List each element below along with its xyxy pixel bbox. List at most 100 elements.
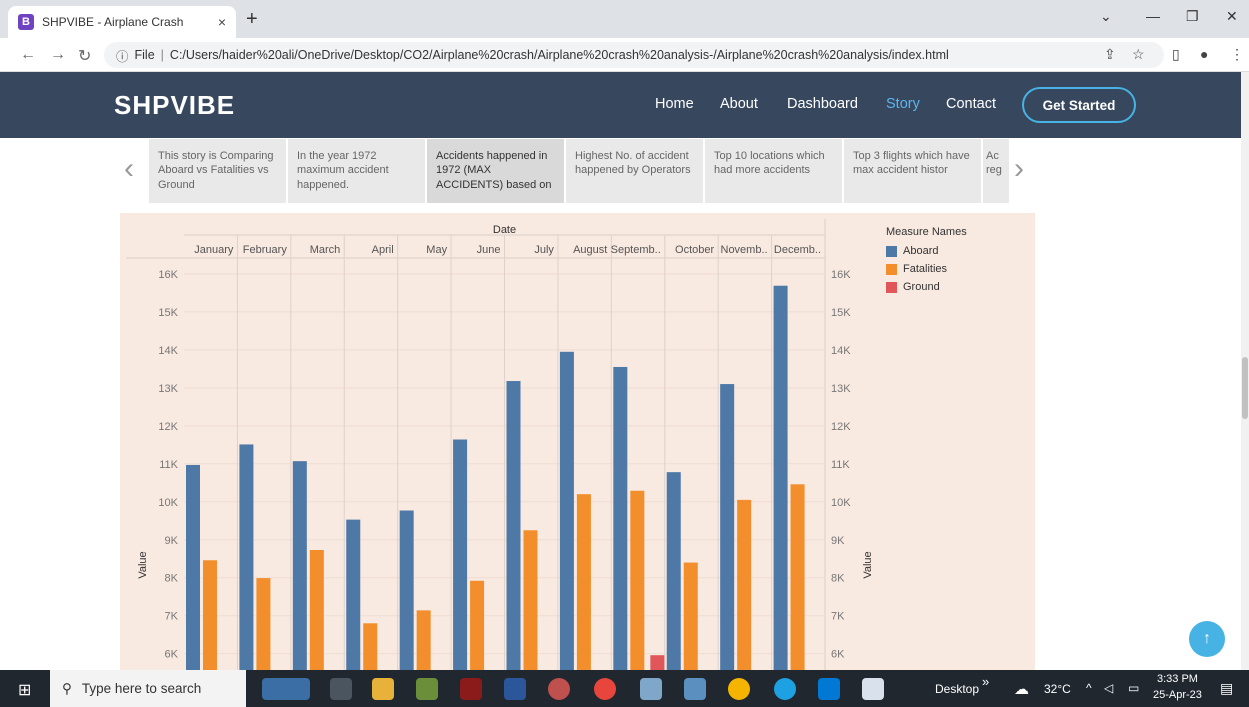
browser-tab[interactable]: B SHPVIBE - Airplane Crash × xyxy=(8,6,236,38)
nav-about[interactable]: About xyxy=(720,96,758,112)
y-tick-label-right: 13K xyxy=(831,383,851,395)
new-tab-icon[interactable]: + xyxy=(246,8,258,31)
share-icon[interactable]: ⇪ xyxy=(1104,46,1116,63)
site-logo[interactable]: SHPVIBE xyxy=(114,90,235,121)
bar-fatalities xyxy=(470,580,485,670)
story-point-7[interactable]: Ac reg xyxy=(983,139,1009,203)
url-divider: | xyxy=(160,48,164,62)
info-icon[interactable]: ⓘ xyxy=(116,46,129,65)
nav-story[interactable]: Story xyxy=(886,96,920,112)
notification-icon[interactable]: ▤ xyxy=(1220,680,1233,697)
category-label: Septemb.. xyxy=(611,244,661,256)
bar-fatalities xyxy=(630,490,645,670)
nav-contact[interactable]: Contact xyxy=(946,96,996,112)
legend-label-fatalities: Fatalities xyxy=(903,263,948,275)
legend-swatch-aboard xyxy=(886,245,897,257)
volume-icon[interactable]: ◁ xyxy=(1104,681,1113,695)
tab-close-icon[interactable]: × xyxy=(218,14,226,30)
story-next-icon[interactable]: › xyxy=(1014,152,1024,186)
window-close-icon[interactable]: ✕ xyxy=(1226,8,1238,25)
tab-title: SHPVIBE - Airplane Crash xyxy=(42,15,184,29)
legend-item-fatalities[interactable]: Fatalities xyxy=(886,260,967,278)
story-point-5[interactable]: Top 10 locations which had more accident… xyxy=(705,139,842,203)
media-app-icon[interactable] xyxy=(416,678,438,700)
story-point-4[interactable]: Highest No. of accident happened by Oper… xyxy=(566,139,703,203)
clock-time[interactable]: 3:33 PM xyxy=(1157,673,1198,685)
category-label: August xyxy=(573,244,607,256)
reload-icon[interactable]: ↻ xyxy=(78,46,91,66)
legend-item-aboard[interactable]: Aboard xyxy=(886,242,967,260)
story-point-2[interactable]: In the year 1972 maximum accident happen… xyxy=(288,139,425,203)
clock-date[interactable]: 25-Apr-23 xyxy=(1153,689,1202,701)
bookmark-star-icon[interactable]: ☆ xyxy=(1132,46,1145,63)
y-tick-label-right: 6K xyxy=(831,649,845,661)
y-tick-label-right: 15K xyxy=(831,307,851,319)
minimize-icon[interactable]: — xyxy=(1146,8,1160,24)
edge-icon[interactable] xyxy=(774,678,796,700)
y-tick-label-right: 14K xyxy=(831,345,851,357)
back-icon[interactable]: ← xyxy=(20,46,36,64)
legend-item-ground[interactable]: Ground xyxy=(886,278,967,296)
page-scrollbar-thumb[interactable] xyxy=(1242,357,1248,419)
site-header: SHPVIBE Home About Dashboard Story Conta… xyxy=(0,72,1241,138)
y-tick-label-left: 9K xyxy=(165,535,179,547)
chrome-icon[interactable] xyxy=(594,678,616,700)
taskbar-search-input[interactable]: ⚲ Type here to search xyxy=(50,670,246,707)
legend-label-ground: Ground xyxy=(903,281,940,293)
temperature-text[interactable]: 32°C xyxy=(1044,682,1071,696)
chrome-active-icon[interactable] xyxy=(728,678,750,700)
y-tick-label-left: 12K xyxy=(158,421,178,433)
get-started-button[interactable]: Get Started xyxy=(1022,87,1136,123)
side-panel-icon[interactable]: ▯ xyxy=(1172,46,1180,63)
bar-fatalities xyxy=(309,550,324,670)
nav-home[interactable]: Home xyxy=(655,96,694,112)
bar-aboard xyxy=(239,444,254,670)
y-tick-label-right: 11K xyxy=(831,459,850,471)
task-view-icon[interactable] xyxy=(330,678,352,700)
story-point-3[interactable]: Accidents happened in 1972 (MAX ACCIDENT… xyxy=(427,139,564,203)
y-tick-label-right: 10K xyxy=(831,497,851,509)
windows-start-icon[interactable]: ⊞ xyxy=(18,680,31,700)
story-prev-icon[interactable]: ‹ xyxy=(124,152,134,186)
chart-header-title: Date xyxy=(493,224,516,236)
y-tick-label-left: 15K xyxy=(158,307,178,319)
tray-arrow-icon[interactable]: ^ xyxy=(1086,681,1092,695)
notepad-icon[interactable] xyxy=(862,678,884,700)
app-icon[interactable] xyxy=(684,678,706,700)
file-explorer-icon[interactable] xyxy=(372,678,394,700)
restore-icon[interactable]: ❐ xyxy=(1186,8,1199,25)
y-tick-label-left: 6K xyxy=(165,649,179,661)
media-player-icon[interactable] xyxy=(548,678,570,700)
forward-icon[interactable]: → xyxy=(50,46,66,64)
story-point-1[interactable]: This story is Comparing Aboard vs Fatali… xyxy=(149,139,286,203)
desktop-label[interactable]: Desktop xyxy=(935,682,979,696)
weather-icon[interactable]: ☁ xyxy=(1014,680,1029,698)
search-placeholder: Type here to search xyxy=(81,681,202,696)
word-icon[interactable] xyxy=(504,678,526,700)
bar-fatalities xyxy=(256,578,271,670)
y-tick-label-left: 14K xyxy=(158,345,178,357)
nav-dashboard[interactable]: Dashboard xyxy=(787,96,858,112)
bar-fatalities xyxy=(523,530,538,670)
game-app-icon[interactable] xyxy=(460,678,482,700)
browser-menu-icon[interactable]: ⋮ xyxy=(1230,46,1244,63)
toolbar-chevron-icon[interactable]: » xyxy=(982,674,989,689)
legend-swatch-ground xyxy=(886,281,897,293)
category-label: April xyxy=(372,244,394,256)
bar-aboard xyxy=(613,366,628,670)
profile-icon[interactable]: ● xyxy=(1200,46,1208,62)
y-tick-label-right: 7K xyxy=(831,611,845,623)
penguins-widget-icon[interactable] xyxy=(262,678,310,700)
snipping-tool-icon[interactable] xyxy=(640,678,662,700)
category-label: July xyxy=(534,244,554,256)
scroll-to-top-button[interactable]: ↑ xyxy=(1189,621,1225,657)
battery-icon[interactable]: ▭ xyxy=(1128,681,1139,695)
tab-search-chevron-icon[interactable]: ⌄ xyxy=(1100,8,1112,25)
bar-aboard xyxy=(186,464,200,670)
bar-fatalities xyxy=(416,610,431,670)
y-tick-label-left: 8K xyxy=(165,573,179,585)
bar-fatalities xyxy=(363,623,378,670)
story-point-6[interactable]: Top 3 flights which have max accident hi… xyxy=(844,139,981,203)
vscode-icon[interactable] xyxy=(818,678,840,700)
address-input[interactable]: ⓘ File | C:/Users/haider%20ali/OneDrive/… xyxy=(104,42,1164,68)
